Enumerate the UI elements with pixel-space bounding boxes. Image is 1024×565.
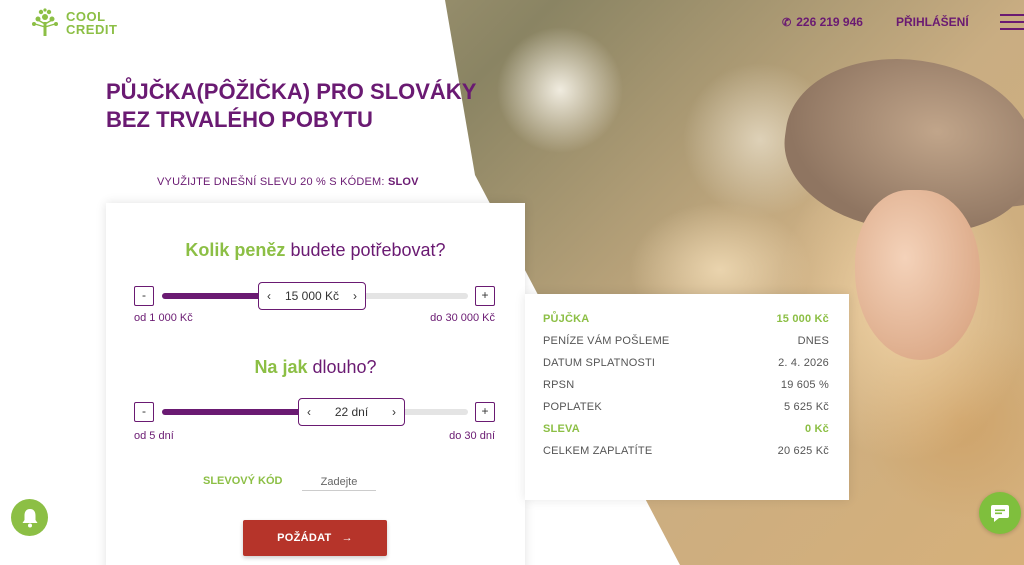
logo[interactable]: COOL CREDIT xyxy=(28,8,117,38)
chevron-left-icon[interactable]: ‹ xyxy=(307,405,311,419)
summary-row: SLEVA 0 Kč xyxy=(543,418,829,440)
phone-icon: ✆ xyxy=(782,16,792,29)
bell-icon xyxy=(22,508,37,527)
submit-button[interactable]: POŽÁDAT → xyxy=(243,520,387,556)
summary-value: 19 605 % xyxy=(780,379,829,391)
hero-photo-face xyxy=(855,190,980,360)
phone-link[interactable]: ✆ 226 219 946 xyxy=(782,15,863,29)
summary-row: PŮJČKA 15 000 Kč xyxy=(543,308,829,330)
amount-value: 15 000 Kč xyxy=(284,289,340,303)
summary-value: 20 625 Kč xyxy=(777,445,829,457)
promo-text: VYUŽIJTE DNEŠNÍ SLEVU 20 % S KÓDEM: SLOV xyxy=(157,176,419,188)
logo-text: COOL CREDIT xyxy=(66,9,118,37)
summary-value: 15 000 Kč xyxy=(776,313,829,325)
page-title: PŮJČKA(PÔŽIČKA) PRO SLOVÁKY BEZ TRVALÉHO… xyxy=(106,79,477,132)
duration-plus-button[interactable]: + xyxy=(475,402,495,422)
login-link[interactable]: PŘIHLÁŠENÍ xyxy=(896,15,969,29)
summary-label: DATUM SPLATNOSTI xyxy=(543,357,656,369)
summary-row: CELKEM ZAPLATÍTE 20 625 Kč xyxy=(543,440,829,462)
summary-label: RPSN xyxy=(543,379,575,391)
amount-min-label: od 1 000 Kč xyxy=(134,312,193,324)
amount-plus-button[interactable]: + xyxy=(475,286,495,306)
summary-label: PENÍZE VÁM POŠLEME xyxy=(543,335,670,347)
arrow-right-icon: → xyxy=(341,532,353,544)
phone-number: 226 219 946 xyxy=(796,15,863,29)
summary-label: SLEVA xyxy=(543,423,580,435)
chat-icon xyxy=(991,504,1009,522)
duration-min-label: od 5 dní xyxy=(134,430,174,442)
chevron-right-icon[interactable]: › xyxy=(353,289,357,303)
tree-logo-icon xyxy=(32,8,58,36)
hamburger-icon[interactable] xyxy=(1000,14,1024,32)
discount-code-input[interactable] xyxy=(302,473,376,491)
amount-max-label: do 30 000 Kč xyxy=(430,312,495,324)
chevron-right-icon[interactable]: › xyxy=(392,405,396,419)
duration-value-box[interactable]: ‹ 22 dní › xyxy=(298,398,405,426)
summary-row: RPSN 19 605 % xyxy=(543,374,829,396)
discount-code-label: SLEVOVÝ KÓD xyxy=(203,475,283,487)
amount-value-box[interactable]: ‹ 15 000 Kč › xyxy=(258,282,366,310)
summary-label: CELKEM ZAPLATÍTE xyxy=(543,445,653,457)
summary-label: PŮJČKA xyxy=(543,313,590,325)
summary-row: DATUM SPLATNOSTI 2. 4. 2026 xyxy=(543,352,829,374)
summary-value: 2. 4. 2026 xyxy=(778,357,829,369)
duration-minus-button[interactable]: - xyxy=(134,402,154,422)
chat-button[interactable] xyxy=(979,492,1021,534)
amount-minus-button[interactable]: - xyxy=(134,286,154,306)
duration-heading: Na jak dlouho? xyxy=(254,357,377,377)
summary-row: POPLATEK 5 625 Kč xyxy=(543,396,829,418)
summary-value: DNES xyxy=(797,335,829,347)
amount-heading: Kolik peněz budete potřebovat? xyxy=(185,240,446,260)
loan-summary: PŮJČKA 15 000 Kč PENÍZE VÁM POŠLEME DNES DAT… xyxy=(525,294,849,500)
duration-value: 22 dní xyxy=(334,405,369,419)
chevron-left-icon[interactable]: ‹ xyxy=(267,289,271,303)
duration-max-label: do 30 dní xyxy=(449,430,495,442)
summary-label: POPLATEK xyxy=(543,401,602,413)
promo-code: SLOV xyxy=(387,176,419,188)
summary-value: 5 625 Kč xyxy=(783,401,829,413)
loan-calculator: Kolik peněz budete potřebovat? - ‹ 15 00… xyxy=(106,203,525,565)
notification-button[interactable] xyxy=(11,499,48,536)
summary-value: 0 Kč xyxy=(804,423,829,435)
summary-row: PENÍZE VÁM POŠLEME DNES xyxy=(543,330,829,352)
